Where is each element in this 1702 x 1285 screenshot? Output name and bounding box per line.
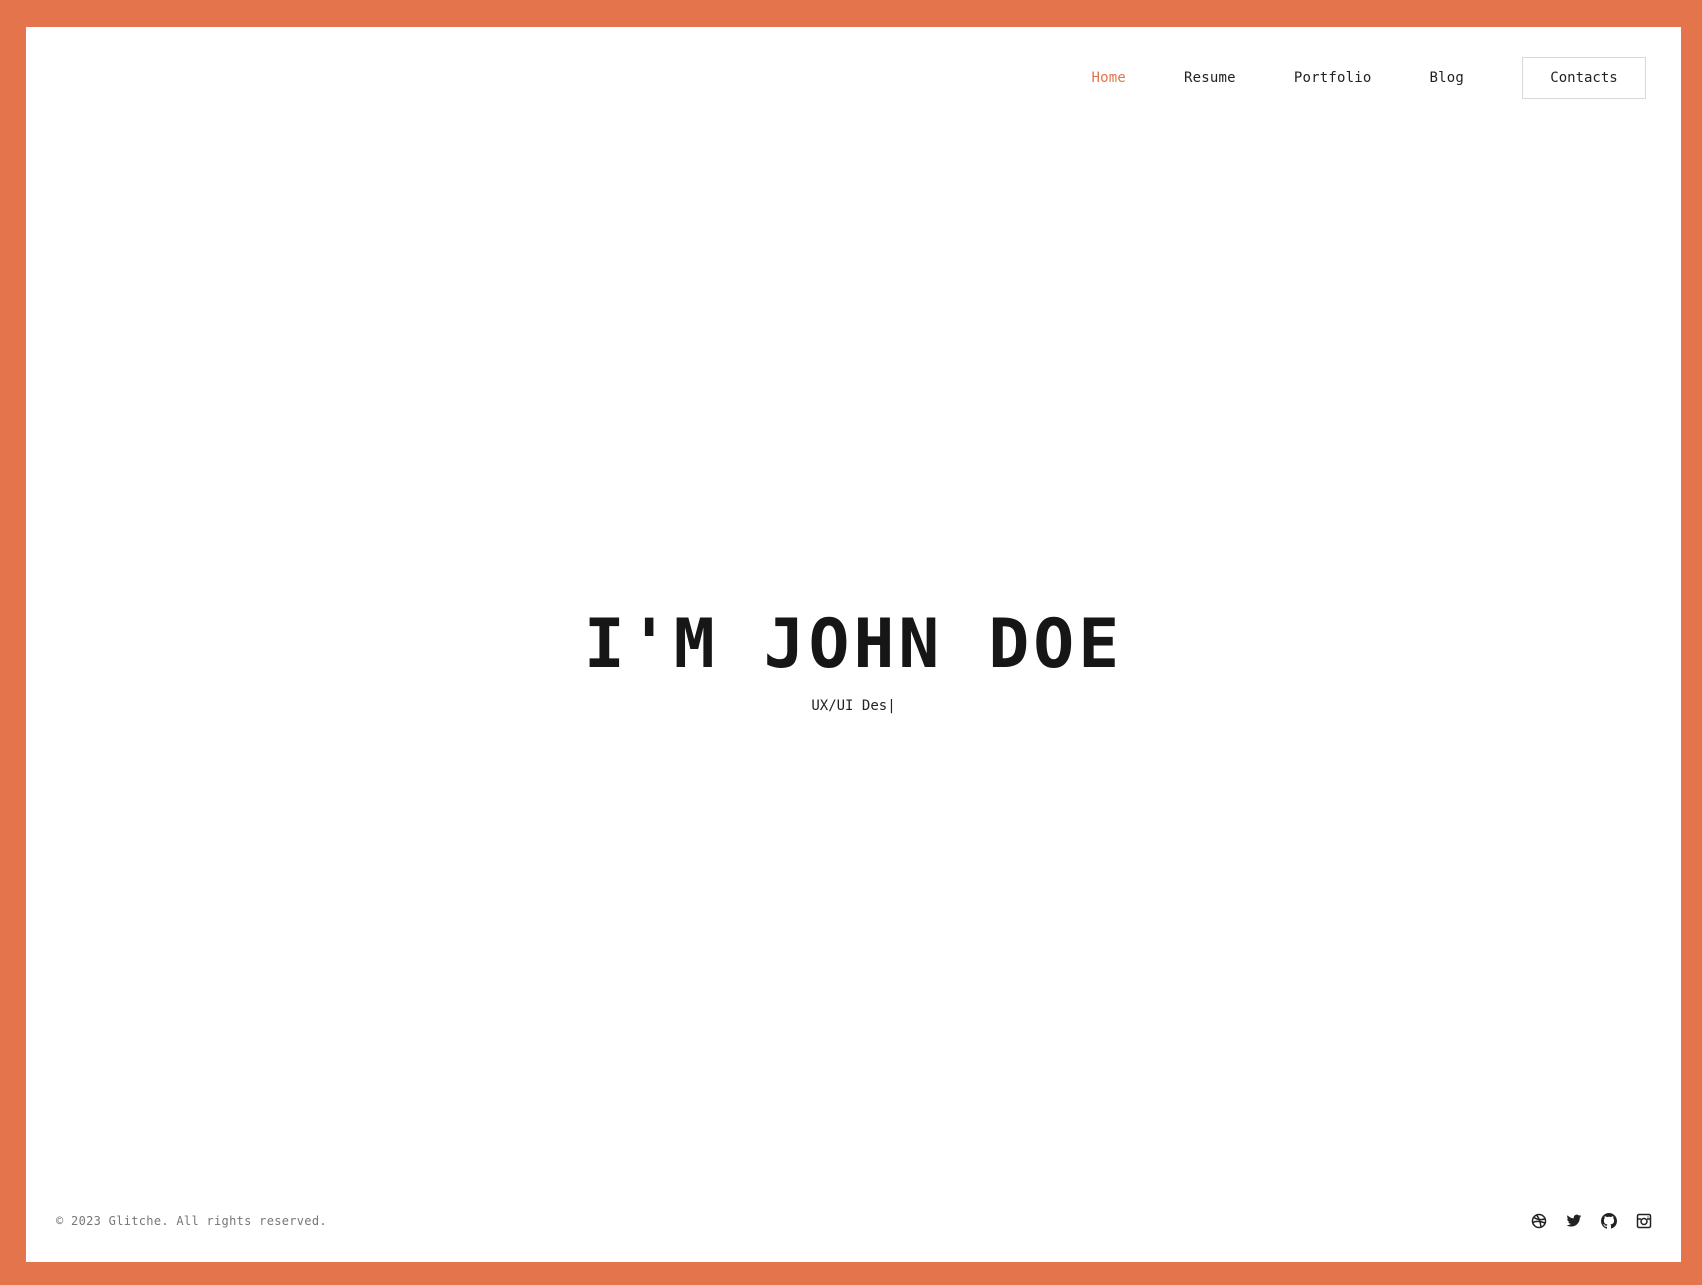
hero-title: I'M JOHN DOE (583, 605, 1124, 684)
nav-blog[interactable]: Blog (1429, 70, 1464, 86)
instagram-icon[interactable] (1635, 1212, 1653, 1230)
hero-subtitle: UX/UI Des| (811, 697, 896, 714)
twitter-icon[interactable] (1565, 1212, 1583, 1230)
github-icon[interactable] (1600, 1212, 1618, 1230)
hero: I'M JOHN DOE UX/UI Des| (26, 604, 1681, 714)
top-nav: Home Resume Portfolio Blog Contacts (1092, 57, 1646, 99)
footer: © 2023 Glitche. All rights reserved. (56, 1212, 1653, 1230)
nav-portfolio[interactable]: Portfolio (1294, 70, 1372, 86)
nav-home[interactable]: Home (1092, 70, 1127, 86)
dribbble-icon[interactable] (1530, 1212, 1548, 1230)
page-frame: Home Resume Portfolio Blog Contacts I'M … (26, 27, 1681, 1262)
copyright-text: © 2023 Glitche. All rights reserved. (56, 1214, 327, 1228)
nav-resume[interactable]: Resume (1184, 70, 1236, 86)
contacts-button[interactable]: Contacts (1522, 57, 1646, 99)
social-links (1513, 1212, 1653, 1230)
